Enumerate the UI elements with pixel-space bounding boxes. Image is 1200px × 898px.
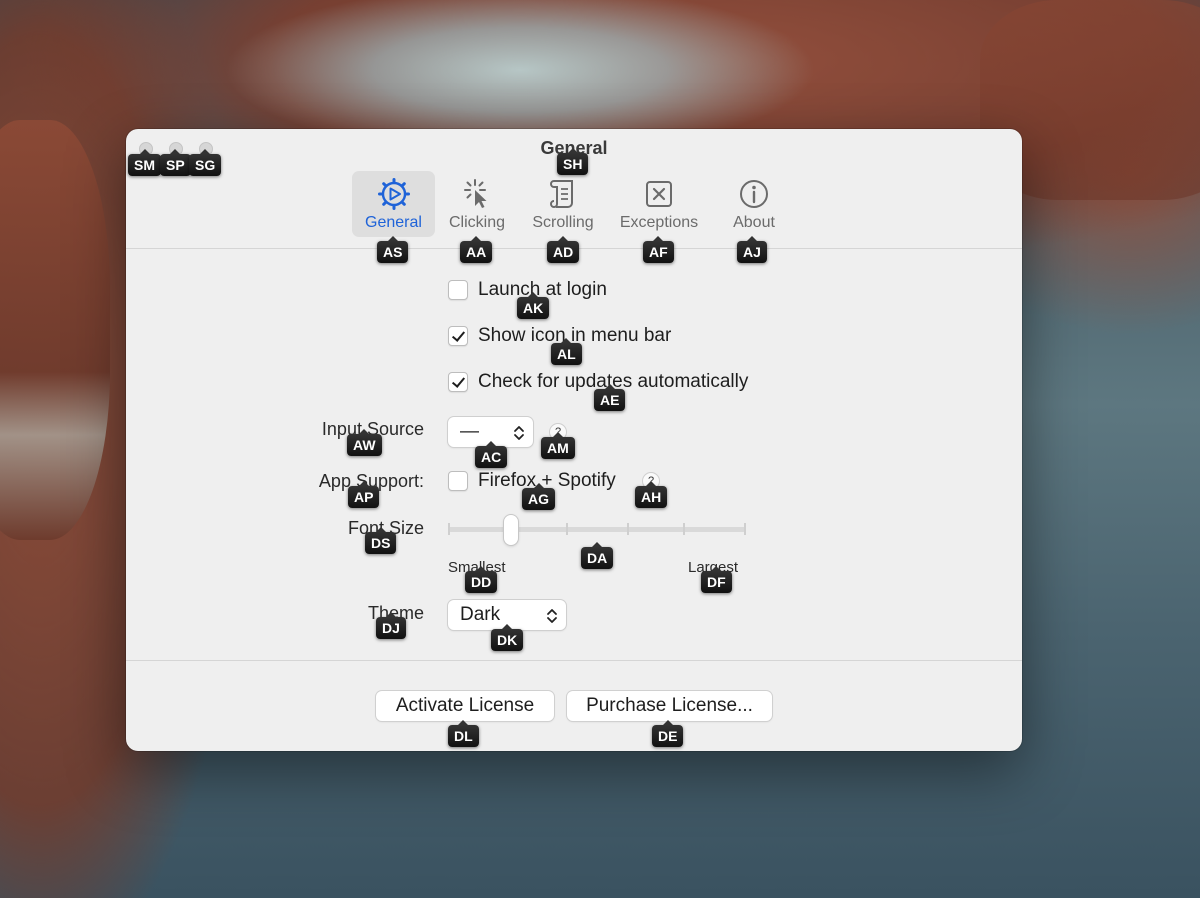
hint-badge: AF: [643, 236, 674, 263]
app-support-checkbox[interactable]: [448, 471, 468, 491]
chevron-updown-icon: [547, 609, 557, 623]
hint-badge: SP: [160, 149, 191, 176]
scroll-icon: [550, 180, 573, 209]
hint-badge: AE: [594, 384, 626, 411]
hint-badge: AG: [522, 483, 555, 510]
toolbar: General General: [126, 129, 1022, 249]
hint-badge: SM: [128, 149, 161, 176]
desktop-rock-left: [0, 120, 110, 540]
tab-clicking[interactable]: Clicking: [437, 171, 517, 237]
x-box-icon: [646, 181, 672, 207]
input-source-value: —: [460, 421, 479, 442]
hint-badge: AH: [635, 481, 668, 508]
hint-badge: DJ: [376, 612, 406, 639]
tab-clicking-label: Clicking: [448, 214, 505, 231]
hint-badge: AS: [377, 236, 409, 263]
font-size-slider-track[interactable]: [448, 527, 746, 532]
hint-badge: AW: [347, 429, 382, 456]
hint-badge: SG: [189, 149, 222, 176]
tab-general-label: General: [365, 214, 422, 231]
hint-badge: DE: [652, 720, 684, 747]
slider-tick: [683, 523, 685, 535]
hint-badge: DK: [491, 624, 524, 651]
tab-scrolling[interactable]: Scrolling: [519, 171, 607, 237]
font-size-slider-knob[interactable]: [504, 515, 518, 545]
hint-badge: AD: [547, 236, 580, 263]
tab-exceptions[interactable]: Exceptions: [609, 171, 709, 237]
slider-tick: [744, 523, 746, 535]
purchase-license-button[interactable]: Purchase License...: [567, 691, 772, 721]
hint-badge: SH: [557, 148, 589, 175]
hint-badge: AA: [460, 236, 493, 263]
hint-badge: AP: [348, 481, 380, 508]
tab-about[interactable]: About: [716, 171, 792, 237]
check-updates-checkbox[interactable]: [448, 372, 468, 392]
click-cursor-icon: [464, 179, 487, 208]
hint-badge: DD: [465, 566, 498, 593]
slider-tick: [566, 523, 568, 535]
theme-value: Dark: [460, 604, 501, 625]
tab-about-label: About: [733, 214, 775, 231]
chevron-updown-icon: [514, 426, 524, 440]
hint-badge: DL: [448, 720, 479, 747]
tab-scrolling-label: Scrolling: [532, 214, 594, 231]
hint-badge: AJ: [737, 236, 767, 263]
hint-badge: AK: [517, 292, 550, 319]
slider-tick: [448, 523, 450, 535]
footer-divider: [126, 660, 1022, 661]
hint-badge: AC: [475, 441, 508, 468]
launch-at-login-checkbox[interactable]: [448, 280, 468, 300]
tab-general[interactable]: General: [352, 171, 435, 237]
hint-badge: DF: [701, 566, 732, 593]
hint-badge: DS: [365, 527, 397, 554]
hint-badge: AL: [551, 338, 582, 365]
tab-exceptions-label: Exceptions: [619, 214, 699, 231]
info-icon: [740, 180, 768, 208]
gear-play-icon: [377, 178, 410, 210]
show-icon-checkbox[interactable]: [448, 326, 468, 346]
hint-badge: DA: [581, 542, 614, 569]
slider-tick: [627, 523, 629, 535]
hint-badge: AM: [541, 432, 575, 459]
activate-license-button[interactable]: Activate License: [376, 691, 554, 721]
